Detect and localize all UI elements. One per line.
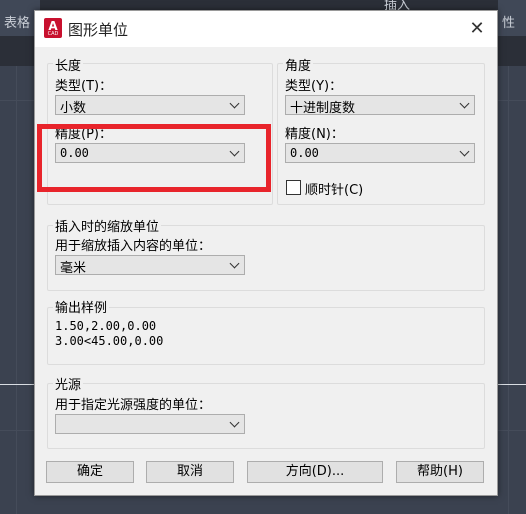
app-icon: A CAD — [44, 18, 62, 38]
highlight-box — [37, 124, 271, 192]
close-icon[interactable]: ✕ — [457, 11, 497, 47]
insertion-units-select[interactable]: 毫米 — [55, 255, 245, 276]
chevron-down-icon — [459, 98, 470, 109]
chevron-down-icon — [459, 146, 470, 157]
ok-button[interactable]: 确定 — [46, 461, 134, 483]
drawing-units-dialog: A CAD 图形单位 ✕ 长度 类型(T)： 小数 精度(P)： 0.00 角度… — [34, 10, 498, 496]
lighting-desc: 用于指定光源强度的单位： — [55, 398, 212, 413]
direction-button[interactable]: 方向(D)... — [247, 461, 383, 483]
lighting-units-select[interactable] — [55, 414, 245, 434]
chevron-down-icon — [229, 417, 240, 428]
insertion-scale-title: 插入时的缩放单位 — [53, 216, 162, 235]
angle-type-label: 类型(Y)： — [285, 79, 343, 94]
angle-precision-value: 0.00 — [290, 146, 319, 160]
length-group-title: 长度 — [53, 55, 84, 74]
angle-group-title: 角度 — [283, 55, 314, 74]
length-type-select[interactable]: 小数 — [55, 95, 245, 116]
title-bar: A CAD 图形单位 ✕ — [35, 11, 497, 47]
chevron-down-icon — [229, 98, 240, 109]
dialog-title: 图形单位 — [68, 21, 129, 39]
ribbon-tab-property[interactable]: 性 — [498, 0, 526, 36]
angle-type-select[interactable]: 十进制度数 — [285, 95, 475, 116]
angle-precision-select[interactable]: 0.00 — [285, 143, 475, 163]
grid-line — [508, 66, 509, 514]
chevron-down-icon — [229, 258, 240, 269]
angle-precision-label: 精度(N)： — [285, 127, 344, 142]
cancel-button[interactable]: 取消 — [146, 461, 234, 483]
length-type-value: 小数 — [60, 101, 87, 116]
help-button[interactable]: 帮助(H) — [396, 461, 484, 483]
lighting-title: 光源 — [53, 374, 84, 393]
angle-type-value: 十进制度数 — [290, 101, 356, 116]
clockwise-label[interactable]: 顺时针(C) — [305, 179, 363, 198]
clockwise-checkbox[interactable] — [286, 180, 301, 195]
length-type-label: 类型(T)： — [55, 79, 113, 94]
sample-output-title: 输出样例 — [53, 297, 110, 316]
insertion-scale-desc: 用于缩放插入内容的单位： — [55, 239, 212, 254]
grid-line — [16, 66, 17, 514]
insertion-units-value: 毫米 — [60, 261, 87, 276]
sample-line-1: 1.50,2.00,0.00 — [55, 319, 157, 333]
sample-line-2: 3.00<45.00,0.00 — [55, 334, 164, 348]
